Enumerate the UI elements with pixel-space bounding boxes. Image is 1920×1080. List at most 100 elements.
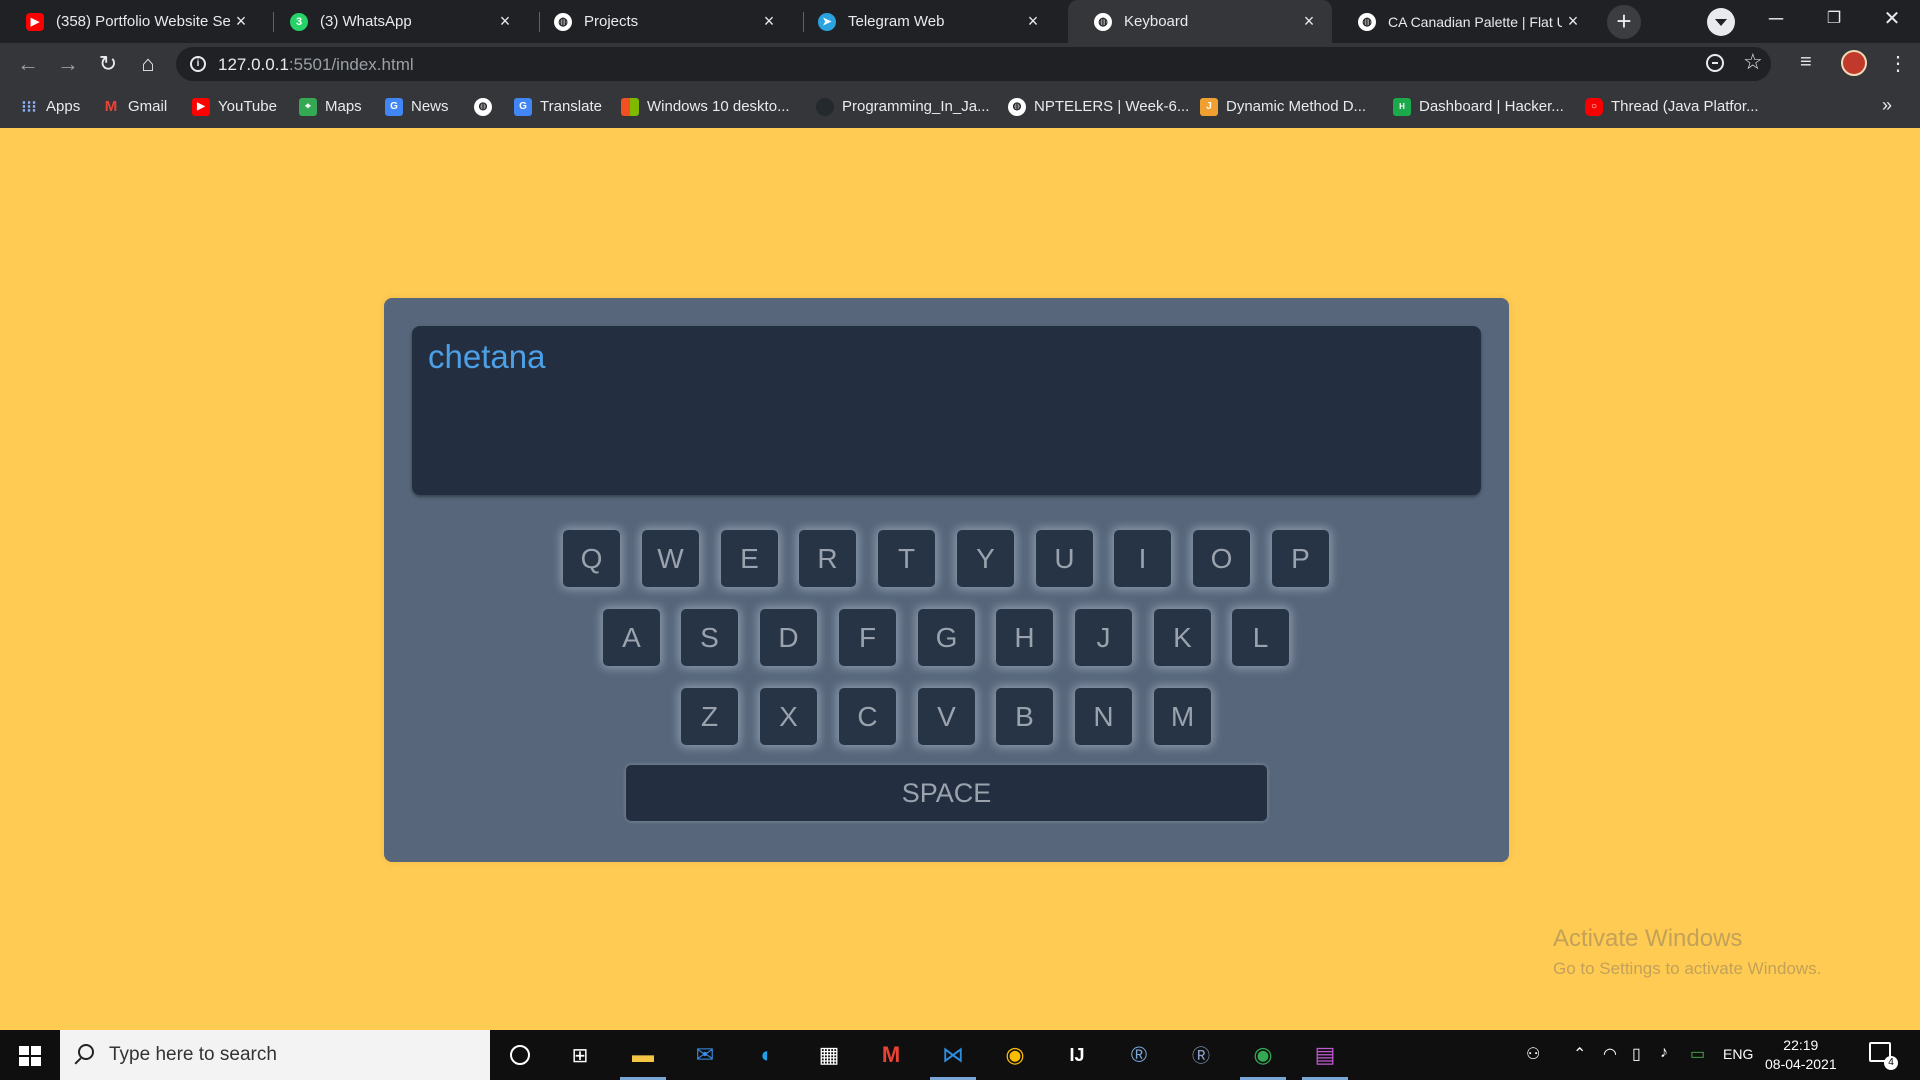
- globe-icon: ◍: [554, 12, 572, 31]
- chrome-icon[interactable]: ◉: [998, 1038, 1032, 1072]
- bookmark-translate[interactable]: G Translate: [514, 85, 602, 128]
- bookmark-news[interactable]: G News: [385, 85, 449, 128]
- battery-icon[interactable]: ▭: [1690, 1044, 1705, 1064]
- bookmarks-overflow-chevron-icon[interactable]: »: [1882, 95, 1892, 116]
- file-explorer-icon[interactable]: ▬: [620, 1038, 666, 1080]
- tab-search-button[interactable]: [1707, 8, 1735, 36]
- vscode-icon[interactable]: ⋈: [930, 1038, 976, 1080]
- bookmark-apps[interactable]: ⁝⁝⁝ Apps: [20, 85, 80, 128]
- key-r[interactable]: R: [799, 530, 856, 587]
- intellij-icon[interactable]: IJ: [1060, 1038, 1094, 1072]
- restore-button[interactable]: ❐: [1806, 0, 1862, 38]
- key-g[interactable]: G: [918, 609, 975, 666]
- tab-title: (358) Portfolio Website Serie: [56, 13, 230, 30]
- bookmark-gmail[interactable]: M Gmail: [102, 85, 167, 128]
- key-q[interactable]: Q: [563, 530, 620, 587]
- key-x[interactable]: X: [760, 688, 817, 745]
- back-button[interactable]: ←: [12, 49, 44, 79]
- key-a[interactable]: A: [603, 609, 660, 666]
- bookmark-globe[interactable]: ◍: [474, 85, 500, 128]
- bookmark-nptelers[interactable]: ◍ NPTELERS | Week-6...: [1008, 85, 1189, 128]
- tab-keyboard[interactable]: ◍ Keyboard ×: [1068, 0, 1332, 43]
- url-text[interactable]: 127.0.0.1:5501/index.html: [218, 55, 414, 75]
- key-u[interactable]: U: [1036, 530, 1093, 587]
- close-icon[interactable]: ×: [230, 11, 252, 32]
- key-l[interactable]: L: [1232, 609, 1289, 666]
- key-f[interactable]: F: [839, 609, 896, 666]
- key-o[interactable]: O: [1193, 530, 1250, 587]
- profile-avatar[interactable]: [1841, 50, 1867, 76]
- key-d[interactable]: D: [760, 609, 817, 666]
- typed-text-area[interactable]: chetana: [412, 326, 1481, 495]
- key-z[interactable]: Z: [681, 688, 738, 745]
- network-icon[interactable]: ◠: [1603, 1044, 1617, 1064]
- winrar-icon[interactable]: ▤: [1302, 1038, 1348, 1080]
- key-m[interactable]: M: [1154, 688, 1211, 745]
- minimize-button[interactable]: ─: [1748, 0, 1804, 38]
- key-v[interactable]: V: [918, 688, 975, 745]
- battery-saver-icon[interactable]: ▯: [1632, 1044, 1641, 1064]
- language-indicator[interactable]: ENG: [1723, 1046, 1753, 1062]
- taskbar-search-box[interactable]: Type here to search: [60, 1030, 490, 1080]
- key-c[interactable]: C: [839, 688, 896, 745]
- window-close-button[interactable]: ✕: [1864, 0, 1920, 38]
- chrome-active-icon[interactable]: ◉: [1240, 1038, 1286, 1080]
- r-icon[interactable]: Ⓡ: [1184, 1038, 1218, 1072]
- new-tab-button[interactable]: +: [1607, 5, 1641, 39]
- reload-button[interactable]: ↻: [92, 49, 124, 79]
- home-button[interactable]: ⌂: [132, 49, 164, 79]
- key-j[interactable]: J: [1075, 609, 1132, 666]
- info-icon[interactable]: i: [190, 56, 206, 72]
- bookmark-windows-desktop[interactable]: Windows 10 deskto...: [621, 85, 790, 128]
- key-h[interactable]: H: [996, 609, 1053, 666]
- key-y[interactable]: Y: [957, 530, 1014, 587]
- tab-telegram[interactable]: ➤ Telegram Web ×: [792, 0, 1056, 43]
- store-icon[interactable]: ▦: [812, 1038, 846, 1072]
- keyboard-panel: chetana Q W E R T Y U I O P A S D F G H …: [384, 298, 1509, 862]
- rstudio-icon[interactable]: ®: [1122, 1038, 1156, 1072]
- system-clock[interactable]: 22:19 08-04-2021: [1765, 1036, 1837, 1074]
- key-t[interactable]: T: [878, 530, 935, 587]
- key-s[interactable]: S: [681, 609, 738, 666]
- key-i[interactable]: I: [1114, 530, 1171, 587]
- key-k[interactable]: K: [1154, 609, 1211, 666]
- key-p[interactable]: P: [1272, 530, 1329, 587]
- address-bar[interactable]: i 127.0.0.1:5501/index.html ☆: [176, 47, 1771, 81]
- people-icon[interactable]: ⚇: [1526, 1044, 1540, 1064]
- bookmark-label: Thread (Java Platfor...: [1611, 98, 1759, 115]
- bookmark-star-icon[interactable]: ☆: [1743, 49, 1763, 75]
- gmail-icon[interactable]: M: [874, 1038, 908, 1072]
- tab-whatsapp[interactable]: 3 (3) WhatsApp ×: [264, 0, 528, 43]
- volume-icon[interactable]: ♪: [1660, 1044, 1668, 1062]
- reading-list-icon[interactable]: ≡: [1800, 51, 1812, 74]
- close-icon[interactable]: ×: [494, 11, 516, 32]
- mail-icon[interactable]: ✉: [688, 1038, 722, 1072]
- bookmark-label: NPTELERS | Week-6...: [1034, 98, 1190, 115]
- cortana-icon[interactable]: [503, 1038, 537, 1072]
- bookmark-dynamic-method[interactable]: J Dynamic Method D...: [1200, 85, 1366, 128]
- close-icon[interactable]: ×: [1562, 11, 1584, 32]
- space-key[interactable]: SPACE: [626, 765, 1267, 821]
- zoom-icon[interactable]: [1706, 54, 1724, 72]
- bookmark-youtube[interactable]: ▶ YouTube: [192, 85, 277, 128]
- task-view-icon[interactable]: ⊞: [563, 1038, 597, 1072]
- tab-projects[interactable]: ◍ Projects ×: [528, 0, 792, 43]
- close-icon[interactable]: ×: [1022, 11, 1044, 32]
- bookmark-programming-java[interactable]: Programming_In_Ja...: [816, 85, 990, 128]
- edge-icon[interactable]: ◐: [750, 1038, 784, 1072]
- close-icon[interactable]: ×: [758, 11, 780, 32]
- key-n[interactable]: N: [1075, 688, 1132, 745]
- bookmark-oracle-thread[interactable]: ○ Thread (Java Platfor...: [1585, 85, 1759, 128]
- tab-canadian-palette[interactable]: ◍ CA Canadian Palette | Flat UI ×: [1332, 0, 1596, 43]
- bookmark-hackerrank[interactable]: H Dashboard | Hacker...: [1393, 85, 1564, 128]
- menu-kebab-icon[interactable]: ⋮: [1888, 51, 1908, 76]
- windows-start-icon[interactable]: [19, 1046, 41, 1066]
- bookmark-maps[interactable]: ⌖ Maps: [299, 85, 362, 128]
- key-b[interactable]: B: [996, 688, 1053, 745]
- forward-button[interactable]: →: [52, 49, 84, 79]
- key-e[interactable]: E: [721, 530, 778, 587]
- show-hidden-icons-chevron-icon[interactable]: ⌃: [1573, 1044, 1586, 1064]
- key-w[interactable]: W: [642, 530, 699, 587]
- tab-portfolio[interactable]: ▶ (358) Portfolio Website Serie ×: [0, 0, 264, 43]
- close-icon[interactable]: ×: [1298, 11, 1320, 32]
